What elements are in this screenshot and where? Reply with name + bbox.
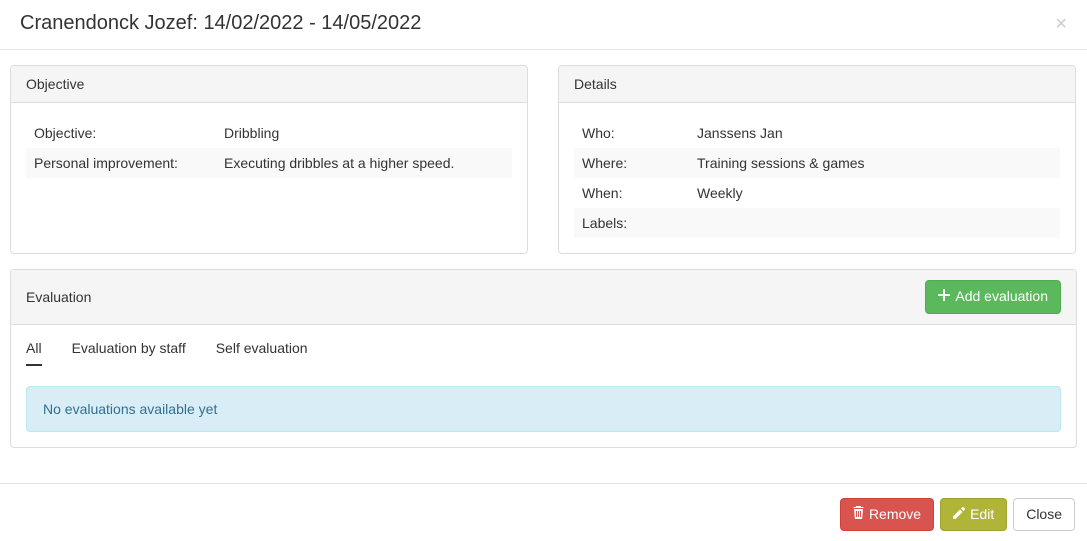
table-row: Where: Training sessions & games (574, 148, 1060, 178)
tab-by-staff[interactable]: Evaluation by staff (72, 340, 186, 366)
top-row: Objective Objective: Dribbling Personal … (10, 65, 1077, 254)
details-label: Labels: (574, 208, 689, 238)
empty-evaluations-alert: No evaluations available yet (26, 386, 1061, 432)
details-label: When: (574, 178, 689, 208)
panel-evaluation: Evaluation Add evaluation All Evaluation… (10, 269, 1077, 448)
trash-icon (853, 505, 864, 525)
modal-title: Cranendonck Jozef: 14/02/2022 - 14/05/20… (20, 12, 421, 35)
details-value: Weekly (689, 178, 1060, 208)
objective-table: Objective: Dribbling Personal improvemen… (26, 118, 512, 178)
remove-button[interactable]: Remove (840, 498, 934, 532)
modal-header: Cranendonck Jozef: 14/02/2022 - 14/05/20… (0, 0, 1087, 50)
table-row: Who: Janssens Jan (574, 118, 1060, 148)
panel-evaluation-body: All Evaluation by staff Self evaluation … (11, 325, 1076, 447)
table-row: Labels: (574, 208, 1060, 238)
panel-objective-heading: Objective (11, 66, 527, 103)
panel-evaluation-title: Evaluation (26, 289, 91, 305)
details-value: Janssens Jan (689, 118, 1060, 148)
panel-details: Details Who: Janssens Jan Where: Trainin… (558, 65, 1076, 254)
tab-all[interactable]: All (26, 340, 42, 366)
details-value (689, 208, 1060, 238)
edit-button[interactable]: Edit (940, 498, 1007, 532)
details-label: Where: (574, 148, 689, 178)
details-value: Training sessions & games (689, 148, 1060, 178)
objective-label: Objective: (26, 118, 216, 148)
objective-value: Dribbling (216, 118, 512, 148)
panel-details-heading: Details (559, 66, 1075, 103)
add-evaluation-button[interactable]: Add evaluation (925, 280, 1061, 314)
objective-value: Executing dribbles at a higher speed. (216, 148, 512, 178)
panel-details-title: Details (574, 76, 617, 92)
close-label: Close (1026, 505, 1062, 525)
panel-objective: Objective Objective: Dribbling Personal … (10, 65, 528, 254)
close-button[interactable]: Close (1013, 498, 1075, 532)
panel-objective-title: Objective (26, 76, 84, 92)
modal-body: Objective Objective: Dribbling Personal … (0, 50, 1087, 448)
remove-label: Remove (869, 505, 921, 525)
panel-objective-body: Objective: Dribbling Personal improvemen… (11, 103, 527, 193)
pencil-icon (953, 505, 965, 525)
add-evaluation-label: Add evaluation (955, 287, 1048, 307)
modal-footer: Remove Edit Close (0, 483, 1087, 541)
panel-evaluation-heading: Evaluation Add evaluation (11, 270, 1076, 325)
empty-evaluations-text: No evaluations available yet (43, 401, 217, 417)
objective-label: Personal improvement: (26, 148, 216, 178)
details-table: Who: Janssens Jan Where: Training sessio… (574, 118, 1060, 238)
edit-label: Edit (970, 505, 994, 525)
table-row: Personal improvement: Executing dribbles… (26, 148, 512, 178)
tab-self[interactable]: Self evaluation (216, 340, 308, 366)
table-row: Objective: Dribbling (26, 118, 512, 148)
panel-details-body: Who: Janssens Jan Where: Training sessio… (559, 103, 1075, 253)
plus-icon (938, 287, 950, 307)
evaluation-tabs: All Evaluation by staff Self evaluation (26, 340, 1061, 366)
close-icon[interactable]: × (1055, 14, 1067, 34)
details-label: Who: (574, 118, 689, 148)
table-row: When: Weekly (574, 178, 1060, 208)
